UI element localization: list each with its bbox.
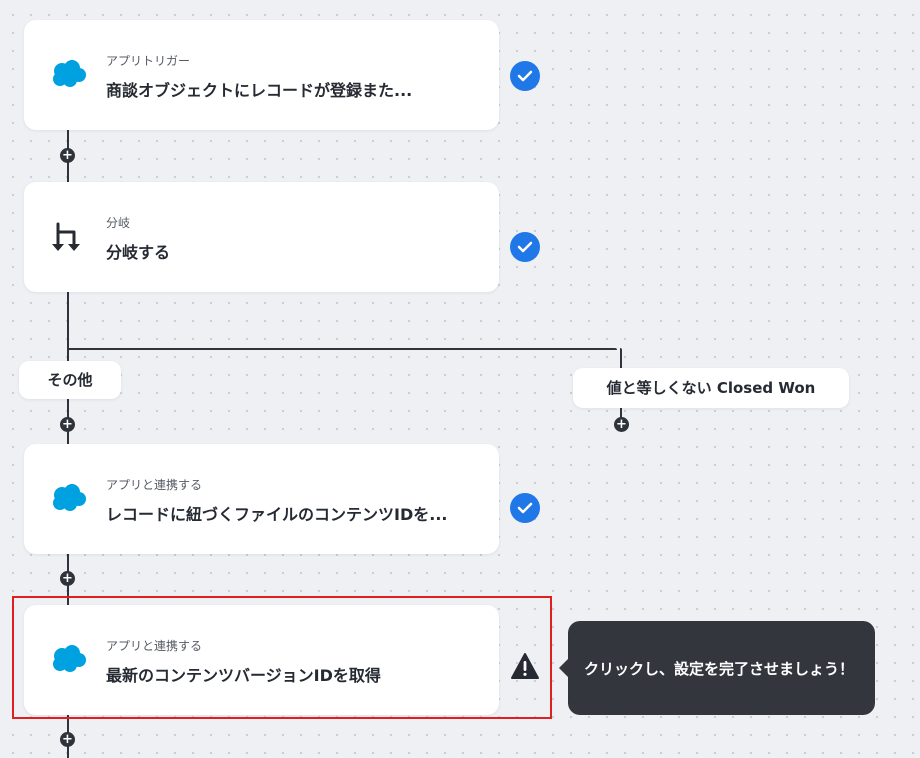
- trigger-card[interactable]: アプリトリガー 商談オブジェクトにレコードが登録また...: [24, 20, 499, 130]
- branch-label-condition[interactable]: 値と等しくない Closed Won: [573, 368, 849, 408]
- check-icon: [510, 61, 540, 91]
- add-step-button[interactable]: +: [60, 148, 75, 163]
- add-step-button[interactable]: +: [60, 417, 75, 432]
- step-type-label: アプリトリガー: [106, 54, 191, 68]
- branch-connector-horizontal: [67, 348, 617, 350]
- check-icon: [510, 493, 540, 523]
- step-title: レコードに紐づくファイルのコンテンツIDを...: [106, 505, 448, 524]
- step-card-files[interactable]: アプリと連携する レコードに紐づくファイルのコンテンツIDを...: [24, 444, 499, 554]
- check-icon: [510, 232, 540, 262]
- salesforce-cloud-icon: [53, 60, 86, 87]
- branch-icon: [52, 222, 80, 251]
- tooltip-text: クリックし、設定を完了させましょう！: [584, 660, 855, 678]
- add-step-button[interactable]: +: [60, 732, 75, 747]
- step-title: 商談オブジェクトにレコードが登録また...: [106, 81, 413, 100]
- step-type-label: 分岐: [106, 216, 131, 230]
- add-step-button[interactable]: +: [60, 571, 75, 586]
- add-step-button-branch[interactable]: +: [614, 417, 629, 432]
- step-type-label: アプリと連携する: [106, 639, 203, 653]
- step-title: 最新のコンテンツバージョンIDを取得: [106, 666, 381, 685]
- step-card-version[interactable]: アプリと連携する 最新のコンテンツバージョンIDを取得: [24, 605, 499, 715]
- step-title: 分岐する: [106, 243, 171, 262]
- step-type-label: アプリと連携する: [106, 478, 203, 492]
- setup-tooltip: クリックし、設定を完了させましょう！: [559, 621, 875, 715]
- salesforce-cloud-icon: [53, 645, 86, 672]
- warning-icon: [511, 653, 539, 679]
- salesforce-cloud-icon: [53, 484, 86, 511]
- branch-card[interactable]: 分岐 分岐する: [24, 182, 499, 292]
- branch-label-other[interactable]: その他: [19, 361, 121, 399]
